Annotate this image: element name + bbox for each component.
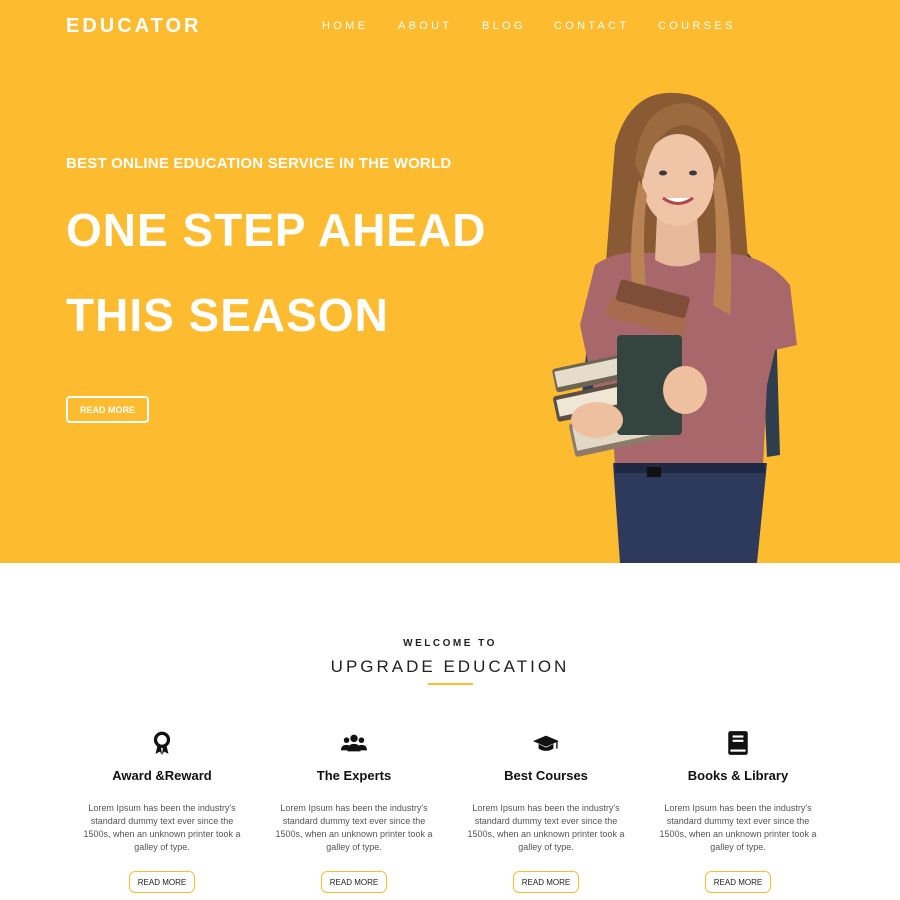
nav-courses[interactable]: COURSES xyxy=(658,20,736,32)
student-image xyxy=(552,92,797,563)
nav-blog[interactable]: BLOG xyxy=(482,20,526,32)
main-nav: HOME ABOUT BLOG CONTACT COURSES xyxy=(0,20,900,34)
feature-card-award: Award &Reward Lorem Ipsum has been the i… xyxy=(66,730,258,893)
section-title: UPGRADE EDUCATION xyxy=(330,657,570,676)
section-eyebrow: WELCOME TO xyxy=(403,638,497,649)
feature-read-more-button[interactable]: READ MORE xyxy=(321,871,387,893)
feature-title: The Experts xyxy=(316,768,392,783)
graduation-cap-icon xyxy=(533,735,559,751)
hero-headline-line1: ONE STEP AHEAD xyxy=(66,204,487,256)
feature-title: Award &Reward xyxy=(112,768,212,783)
nav-contact[interactable]: CONTACT xyxy=(554,20,629,32)
feature-description: Lorem Ipsum has been the industry's stan… xyxy=(275,803,433,852)
feature-description: Lorem Ipsum has been the industry's stan… xyxy=(83,803,241,852)
feature-description: Lorem Ipsum has been the industry's stan… xyxy=(467,803,625,852)
nav-home[interactable]: HOME xyxy=(322,20,368,32)
feature-read-more-button[interactable]: READ MORE xyxy=(129,871,195,893)
feature-description: Lorem Ipsum has been the industry's stan… xyxy=(659,803,817,852)
feature-card-experts: The Experts Lorem Ipsum has been the ind… xyxy=(258,730,450,893)
book-icon xyxy=(728,731,748,755)
feature-read-more-button[interactable]: READ MORE xyxy=(513,871,579,893)
award-icon xyxy=(153,731,171,755)
nav-about[interactable]: ABOUT xyxy=(398,20,452,32)
hero-read-more-button[interactable]: READ MORE xyxy=(66,396,149,423)
feature-read-more-button[interactable]: READ MORE xyxy=(705,871,771,893)
users-icon xyxy=(341,734,367,752)
feature-title: Best Courses xyxy=(504,768,588,783)
hero-tagline: BEST ONLINE EDUCATION SERVICE IN THE WOR… xyxy=(66,155,452,172)
feature-title: Books & Library xyxy=(687,768,789,783)
hero-headline-line2: THIS SEASON xyxy=(66,289,389,341)
title-underline xyxy=(428,683,473,685)
hero-section: EDUCATOR HOME ABOUT BLOG CONTACT COURSES… xyxy=(0,0,900,563)
feature-card-courses: Best Courses Lorem Ipsum has been the in… xyxy=(450,730,642,893)
feature-card-library: Books & Library Lorem Ipsum has been the… xyxy=(642,730,834,893)
